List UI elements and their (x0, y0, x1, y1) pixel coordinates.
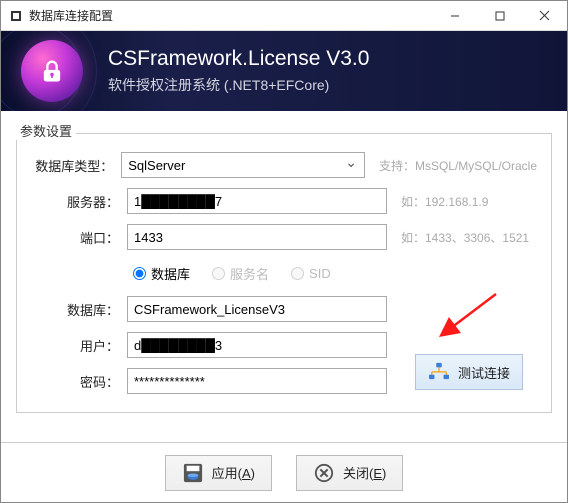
db-type-select[interactable]: SqlServer (121, 152, 365, 178)
app-icon (9, 9, 23, 23)
network-icon (428, 361, 450, 384)
radio-service-name-input (212, 267, 225, 280)
lock-icon (21, 40, 83, 102)
titlebar: 数据库连接配置 (1, 1, 567, 31)
banner: CSFramework.License V3.0 软件授权注册系统 (.NET8… (1, 31, 567, 111)
label-password: 密码： (27, 372, 127, 391)
banner-title: CSFramework.License V3.0 (108, 47, 369, 71)
user-input[interactable] (127, 332, 387, 358)
radio-database[interactable]: 数据库 (133, 264, 190, 283)
radio-database-input[interactable] (133, 267, 146, 280)
banner-subtitle: 软件授权注册系统 (.NET8+EFCore) (108, 75, 369, 95)
label-user: 用户： (27, 336, 127, 355)
close-dialog-button[interactable]: 关闭(E) (296, 455, 403, 491)
hint-port: 如：1433、3306、1521 (387, 229, 537, 246)
hint-db-type: 支持：MsSQL/MySQL/Oracle (365, 157, 537, 174)
server-input[interactable] (127, 188, 387, 214)
label-database: 数据库： (27, 300, 127, 319)
maximize-button[interactable] (477, 1, 522, 31)
content-area: 参数设置 数据库类型： SqlServer 支持：MsSQL/MySQL/Ora… (1, 111, 567, 442)
minimize-button[interactable] (432, 1, 477, 31)
test-connection-button[interactable]: 测试连接 (415, 354, 523, 390)
hint-server: 如：192.168.1.9 (387, 193, 537, 210)
fieldset-label: 参数设置 (16, 121, 76, 140)
apply-button[interactable]: 应用(A) (165, 455, 272, 491)
save-disk-icon (182, 462, 204, 484)
label-port: 端口： (27, 228, 127, 247)
window-title: 数据库连接配置 (29, 7, 432, 24)
dialog-window: 数据库连接配置 CSFramework.License V3.0 软件授权 (0, 0, 568, 503)
radio-sid: SID (291, 266, 331, 281)
radio-sid-input (291, 267, 304, 280)
close-circle-icon (313, 462, 335, 484)
label-server: 服务器： (27, 192, 127, 211)
params-fieldset: 数据库类型： SqlServer 支持：MsSQL/MySQL/Oracle 服… (16, 133, 552, 413)
bottom-bar: 应用(A) 关闭(E) (1, 442, 567, 502)
test-connection-label: 测试连接 (458, 363, 510, 382)
port-input[interactable] (127, 224, 387, 250)
database-input[interactable] (127, 296, 387, 322)
password-input[interactable] (127, 368, 387, 394)
radio-service-name: 服务名 (212, 264, 269, 283)
close-button[interactable] (522, 1, 567, 31)
label-db-type: 数据库类型： (27, 156, 121, 175)
